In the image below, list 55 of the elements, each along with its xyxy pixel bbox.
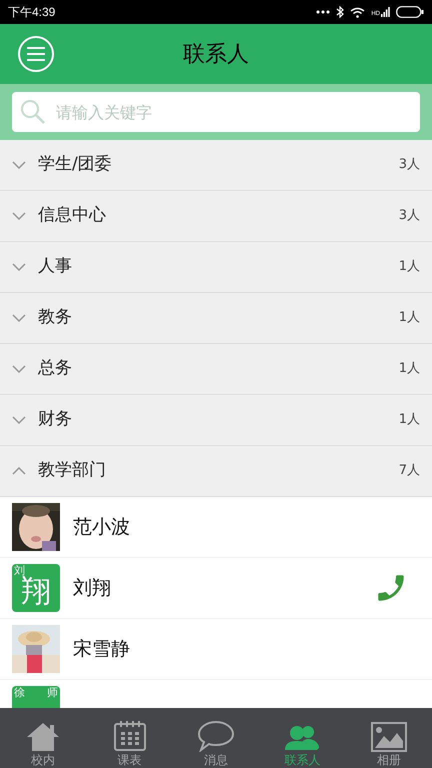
calendar-icon [112,720,147,752]
tab[interactable]: 相册 [346,708,432,768]
avatar-character: 徐 [14,687,25,698]
group-name: 信息中心 [38,204,107,228]
contact-name: 刘翔 [73,576,112,601]
bluetooth-icon [336,6,344,18]
group-header[interactable]: 教学部门 7人 [0,446,432,497]
tab[interactable]: 消息 [172,708,260,768]
tab[interactable]: 校内 [0,708,86,768]
wifi-icon [350,6,366,18]
group-name: 财务 [38,408,73,432]
more-icon [316,10,330,14]
group-name: 教务 [38,306,73,330]
signal-icon [381,7,390,17]
people-icon [284,724,320,752]
group-name: 人事 [38,255,73,278]
search-field[interactable]: 请输入关键字 [12,92,420,132]
chevron-down-icon [12,365,26,373]
group-count: 7人 [398,462,420,480]
group-count: 3人 [398,156,420,174]
menu-icon [27,47,45,61]
group-count: 3人 [398,207,420,226]
group-header[interactable]: 人事 1人 [0,242,432,293]
contact-name: 范小波 [73,514,131,540]
chevron-down-icon [12,161,26,169]
group-count: 1人 [398,360,420,378]
speech-bubble-icon [197,720,236,752]
avatar-character: 刘 [14,565,25,576]
group-name: 学生/团委 [38,153,113,176]
group-name: 教学部门 [38,459,107,482]
contact-name: 宋雪静 [73,636,131,662]
status-time: 下午4:39 [8,4,56,21]
chevron-down-icon [12,314,26,322]
chevron-down-icon [12,263,26,271]
group-count: 1人 [398,411,420,430]
page-title: 联系人 [183,40,249,68]
group-header[interactable]: 教务 1人 [0,293,432,344]
avatar-character: 翔 [21,577,51,607]
group-header[interactable]: 财务 1人 [0,395,432,446]
group-header[interactable]: 总务 1人 [0,344,432,395]
chevron-down-icon [12,416,26,424]
group-count: 1人 [398,258,420,276]
chevron-up-icon [12,467,26,475]
group-header[interactable]: 学生/团委 3人 [0,140,432,191]
group-header[interactable]: 信息中心 3人 [0,191,432,242]
avatar-character: 师 [47,687,58,698]
image-icon [370,722,407,752]
group-name: 总务 [38,357,73,380]
battery-icon [396,6,424,18]
house-icon [26,722,60,752]
tab[interactable]: 课表 [86,708,173,768]
search-icon [20,99,46,125]
group-count: 1人 [398,309,420,328]
chevron-down-icon [12,212,26,220]
menu-button[interactable] [18,36,54,72]
